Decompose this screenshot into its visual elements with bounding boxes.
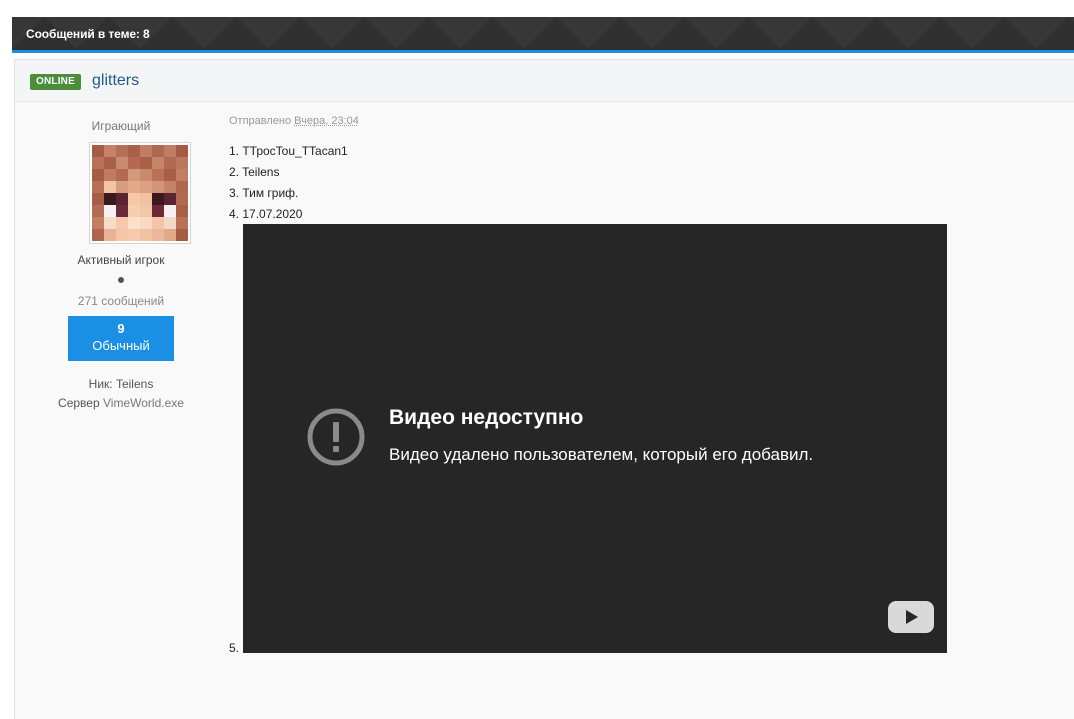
custom-field-server: Сервер VimeWorld.exe [35,396,207,410]
post-date-link[interactable]: Вчера, 23:04 [294,115,359,127]
avatar-image [92,145,188,241]
reputation-label: Обычный [92,338,150,353]
post-date-prefix: Отправлено [229,115,292,127]
online-status-badge: ONLINE [30,74,81,90]
list-item: 3. Тим гриф. [229,186,299,200]
list-item: 5. [229,641,240,655]
reputation-badge[interactable]: 9 Обычный [68,316,174,361]
server-label: Сервер [58,396,100,410]
user-group: Активный игрок [77,253,165,267]
exclamation-circle-icon [307,408,365,466]
post-count: 271 сообщений [77,294,165,308]
reputation-value: 9 [117,321,125,336]
embedded-video-player[interactable]: Видео недоступно Видео удалено пользоват… [243,224,947,653]
forum-post: ONLINE glitters Играющий Активный игрок … [14,59,1074,719]
topic-reply-count: Сообщений в теме: 8 [26,27,150,41]
author-name-link[interactable]: glitters [92,72,139,90]
custom-field-nick: Ник: Teilens [88,377,154,391]
video-unavailable-title: Видео недоступно [389,406,584,429]
list-item: 2. Teilens [229,165,280,179]
list-item: 1. ТТросTou_TTacan1 [229,144,348,158]
post-header: ONLINE glitters [15,59,1074,102]
rank-pip-icon [118,277,124,283]
server-name: VimeWorld.exe [103,396,184,410]
video-unavailable-message: Видео удалено пользователем, который его… [389,445,814,464]
user-title: Играющий [91,119,151,133]
topic-header-bar: Сообщений в теме: 8 [12,17,1074,53]
post-date: Отправлено Вчера, 23:04 [229,115,359,127]
youtube-logo-icon[interactable] [888,601,934,633]
list-item: 4. 17.07.2020 [229,207,303,221]
avatar[interactable] [89,142,191,244]
